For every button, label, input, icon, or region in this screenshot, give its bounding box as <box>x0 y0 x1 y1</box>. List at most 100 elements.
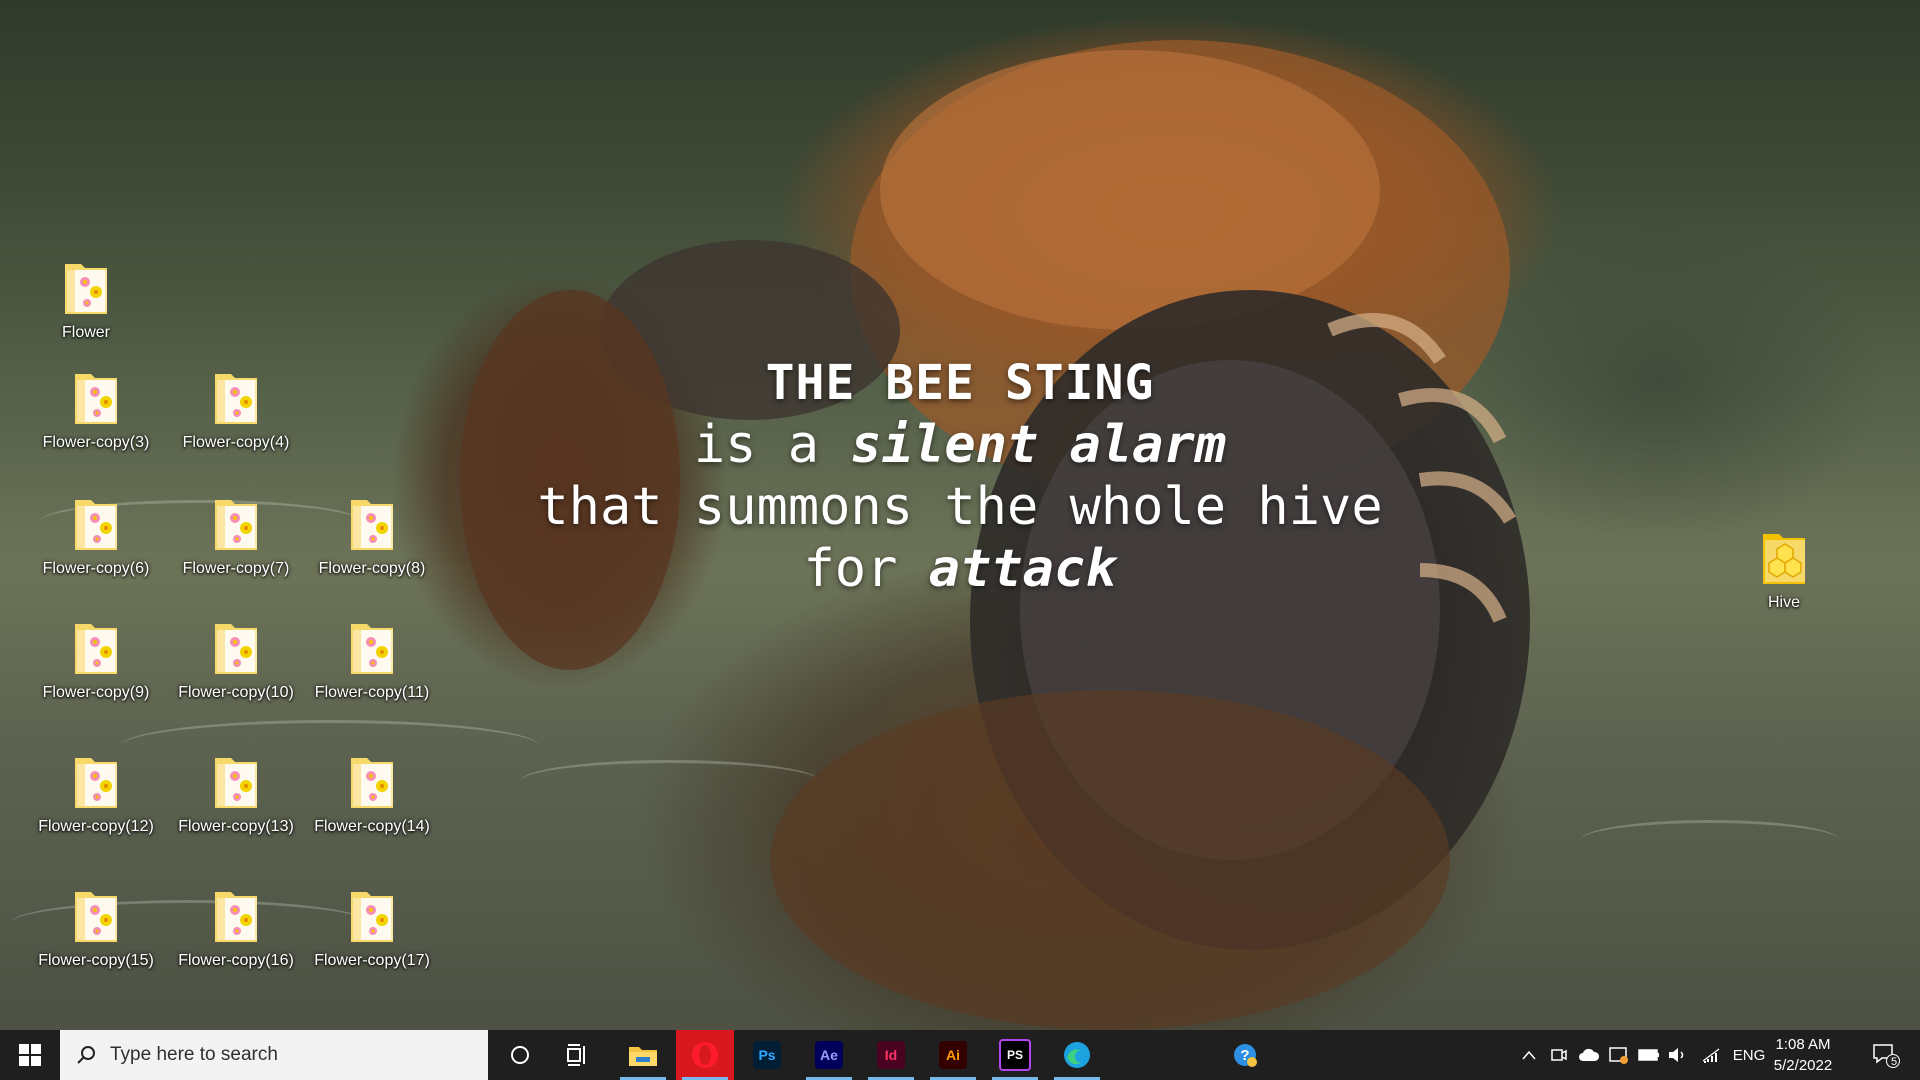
desktop-wallpaper: THE BEE STING is a silent alarm that sum… <box>0 0 1920 1030</box>
tray-security[interactable] <box>1606 1030 1632 1080</box>
folder-icon <box>213 752 259 810</box>
desktop-icon-label: Flower-copy(7) <box>182 560 290 577</box>
task-view-icon <box>567 1044 585 1066</box>
flower-folder-icon <box>351 624 393 674</box>
desktop-icon-flower-folder[interactable]: Flower-copy(16) <box>166 886 306 970</box>
action-center-button[interactable]: 5 <box>1866 1030 1906 1080</box>
desktop-icon-label: Flower <box>61 324 110 341</box>
taskbar-app-indesign[interactable]: Id <box>862 1030 920 1080</box>
desktop-icon-flower-folder[interactable]: Flower-copy(6) <box>26 494 166 578</box>
flower-folder-icon <box>75 500 117 550</box>
phpstorm-icon: PS <box>999 1039 1031 1071</box>
taskbar-app-edge[interactable] <box>1048 1030 1106 1080</box>
desktop-icon-flower-folder[interactable]: Flower-copy(8) <box>302 494 442 578</box>
desktop-icon-flower-folder[interactable]: Flower-copy(14) <box>302 752 442 836</box>
folder-icon <box>73 752 119 810</box>
desktop-icon-flower-folder[interactable]: Flower-copy(11) <box>302 618 442 702</box>
desktop-icon-flower-folder[interactable]: Flower-copy(7) <box>166 494 306 578</box>
desktop-icon-label: Flower-copy(3) <box>42 434 150 451</box>
tray-network[interactable] <box>1698 1030 1724 1080</box>
desktop-icon-flower-folder[interactable]: Flower-copy(12) <box>26 752 166 836</box>
opera-icon <box>692 1042 718 1068</box>
flower-folder-icon <box>65 264 107 314</box>
desktop-icon-flower-folder[interactable]: Flower-copy(9) <box>26 618 166 702</box>
indesign-icon: Id <box>877 1041 905 1069</box>
folder-icon <box>349 618 395 676</box>
flower-folder-icon <box>215 374 257 424</box>
taskbar-app-phpstorm[interactable]: PS <box>986 1030 1044 1080</box>
desktop-icon-flower-folder[interactable]: Flower-copy(4) <box>166 368 306 452</box>
desktop-icon-label: Flower-copy(15) <box>38 952 154 969</box>
flower-folder-icon <box>75 758 117 808</box>
folder-icon <box>73 368 119 426</box>
security-alert-icon <box>1609 1047 1628 1064</box>
desktop-icon-flower-folder[interactable]: Flower-copy(10) <box>166 618 306 702</box>
desktop-icon-label: Hive <box>1767 594 1800 611</box>
tray-volume[interactable] <box>1664 1030 1690 1080</box>
windows-icon <box>19 1044 41 1066</box>
taskbar-search-box[interactable]: Type here to search <box>60 1030 488 1080</box>
folder-icon <box>213 886 259 944</box>
show-hidden-icons-button[interactable] <box>1516 1030 1542 1080</box>
quote-line-4: for attack <box>480 538 1440 600</box>
help-button[interactable]: ? <box>1228 1030 1262 1080</box>
desktop-icon-label: Flower-copy(13) <box>178 818 294 835</box>
folder-icon <box>63 258 109 316</box>
desktop-icon-label: Flower-copy(14) <box>314 818 430 835</box>
tray-onedrive[interactable] <box>1576 1030 1602 1080</box>
desktop-icon-flower-folder[interactable]: Flower <box>16 258 156 342</box>
tray-battery[interactable] <box>1636 1030 1662 1080</box>
hive-folder-icon <box>1763 534 1805 584</box>
search-placeholder: Type here to search <box>110 1044 278 1065</box>
help-icon: ? <box>1234 1044 1257 1067</box>
desktop-icon-hive[interactable]: Hive <box>1714 528 1854 612</box>
quote-line-3: that summons the whole hive <box>537 477 1383 537</box>
flower-folder-icon <box>351 758 393 808</box>
taskbar-app-photoshop[interactable]: Ps <box>738 1030 796 1080</box>
start-button[interactable] <box>0 1030 60 1080</box>
flower-folder-icon <box>215 500 257 550</box>
quote-line-4-emphasis: attack <box>928 539 1117 599</box>
desktop-icon-label: Flower-copy(17) <box>314 952 430 969</box>
taskbar-app-opera[interactable] <box>676 1030 734 1080</box>
folder-icon <box>629 1047 657 1066</box>
folder-icon <box>213 618 259 676</box>
taskbar-app-illustrator[interactable]: Ai <box>924 1030 982 1080</box>
desktop-icon-label: Flower-copy(6) <box>42 560 150 577</box>
quote-heading: THE BEE STING <box>765 355 1155 411</box>
photoshop-icon: Ps <box>753 1041 781 1069</box>
desktop-icon-label: Flower-copy(9) <box>42 684 150 701</box>
clock-date: 5/2/2022 <box>1773 1057 1833 1074</box>
desktop-icon-label: Flower-copy(12) <box>38 818 154 835</box>
edge-icon <box>1064 1042 1090 1068</box>
tray-teams[interactable] <box>1546 1030 1572 1080</box>
desktop-icon-label: Flower-copy(10) <box>178 684 294 701</box>
desktop-icon-flower-folder[interactable]: Flower-copy(15) <box>26 886 166 970</box>
clock[interactable]: 1:08 AM 5/2/2022 <box>1766 1030 1840 1080</box>
taskbar-app-after-effects[interactable]: Ae <box>800 1030 858 1080</box>
desktop-icon-flower-folder[interactable]: Flower-copy(17) <box>302 886 442 970</box>
flower-folder-icon <box>351 500 393 550</box>
quote-line-2-emphasis: silent alarm <box>850 415 1227 475</box>
folder-icon <box>213 368 259 426</box>
clock-time: 1:08 AM <box>1775 1036 1831 1053</box>
quote-line-4-prefix: for <box>803 539 929 599</box>
language-indicator[interactable]: ENG <box>1730 1030 1768 1080</box>
flower-folder-icon <box>75 374 117 424</box>
desktop-icon-flower-folder[interactable]: Flower-copy(13) <box>166 752 306 836</box>
folder-icon <box>349 752 395 810</box>
taskbar-app-file-explorer[interactable] <box>614 1030 672 1080</box>
cortana-button[interactable] <box>494 1030 546 1080</box>
desktop-icon-label: Flower-copy(11) <box>314 684 430 701</box>
cloud-icon <box>1579 1048 1600 1061</box>
folder-icon <box>349 494 395 552</box>
desktop-icon-flower-folder[interactable]: Flower-copy(3) <box>26 368 166 452</box>
desktop-icon-label: Flower-copy(16) <box>178 952 294 969</box>
folder-icon <box>1761 528 1807 586</box>
task-view-button[interactable] <box>552 1030 604 1080</box>
desktop-icon-label: Flower-copy(8) <box>318 560 426 577</box>
flower-folder-icon <box>215 624 257 674</box>
quote-line-2-prefix: is a <box>693 415 851 475</box>
quote-line-2: is a silent alarm <box>480 414 1440 476</box>
folder-icon <box>349 886 395 944</box>
